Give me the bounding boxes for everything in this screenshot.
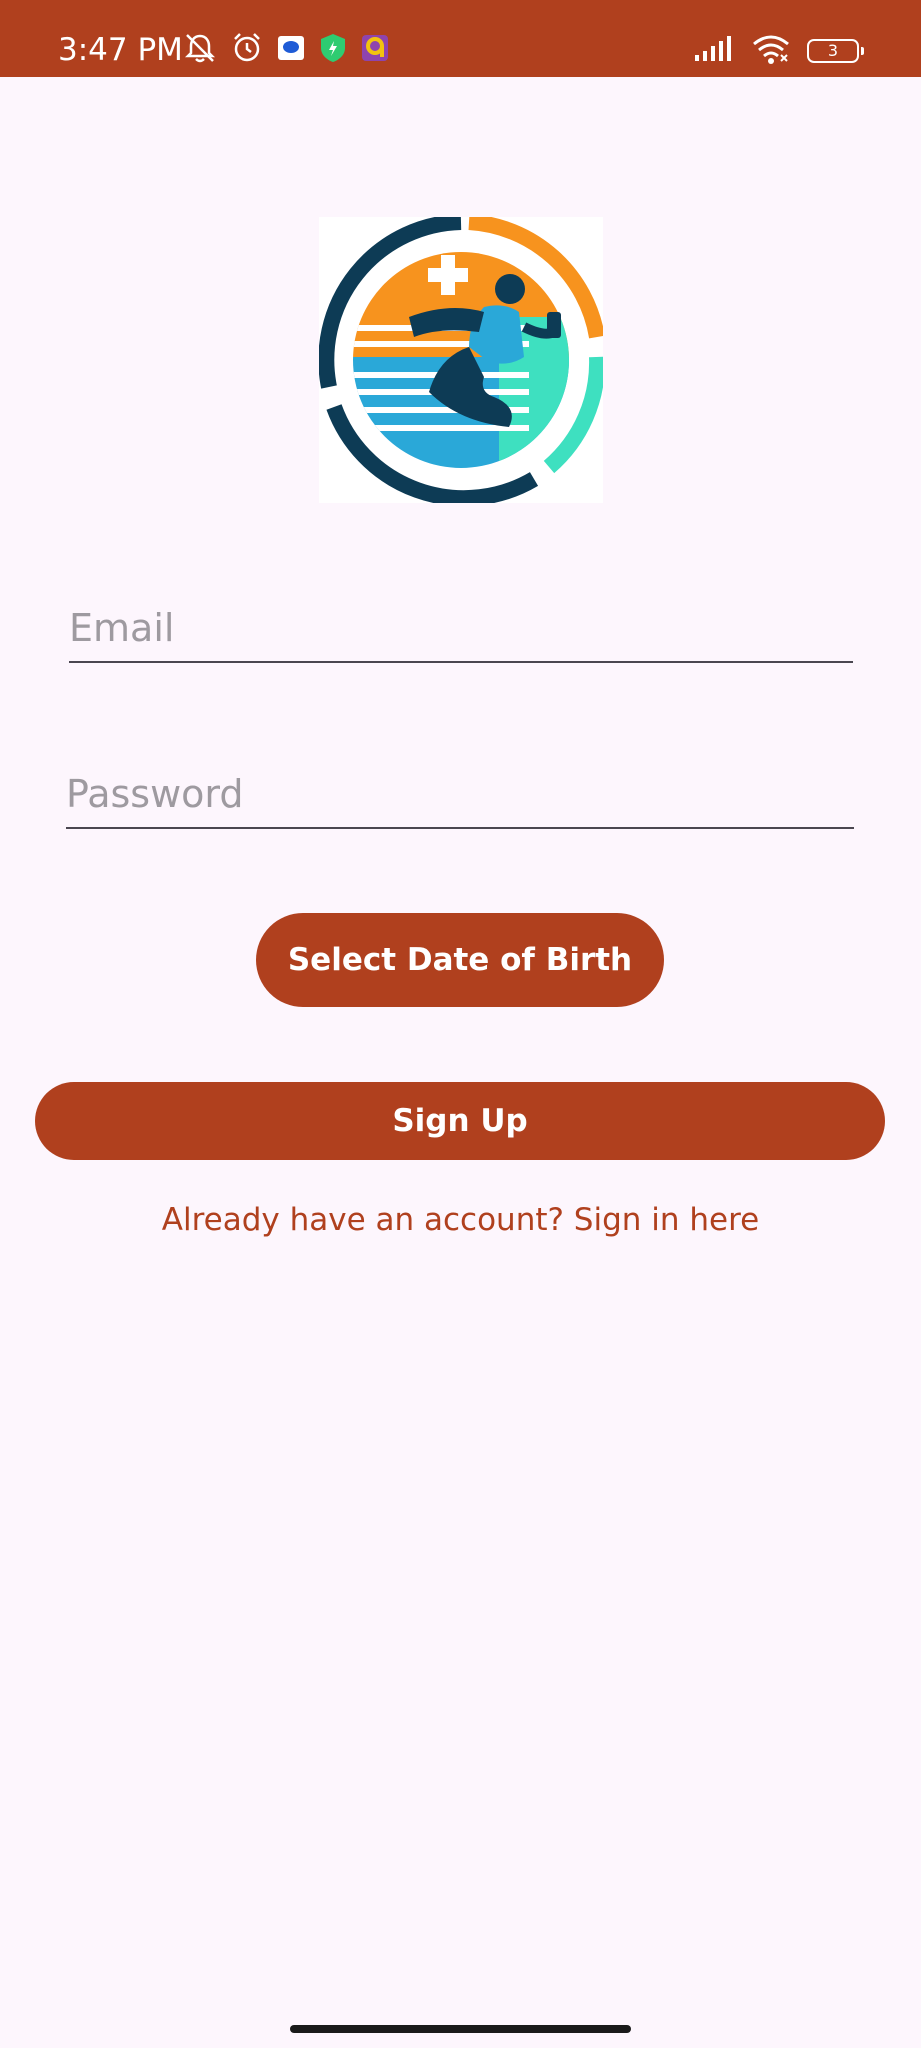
email-field-container <box>69 598 853 663</box>
message-app-icon <box>276 33 306 67</box>
notifications-off-icon <box>182 30 218 70</box>
status-icons-left <box>182 32 390 68</box>
app-logo <box>318 214 606 507</box>
sign-up-button[interactable]: Sign Up <box>35 1082 885 1160</box>
email-field[interactable] <box>69 598 853 658</box>
wifi-icon <box>751 33 791 69</box>
status-bar: 3:47 PM 3 <box>0 0 921 77</box>
sign-in-link[interactable]: Already have an account? Sign in here <box>0 1196 921 1244</box>
select-date-of-birth-button[interactable]: Select Date of Birth <box>256 913 664 1007</box>
alarm-icon <box>230 31 264 69</box>
home-indicator[interactable] <box>290 2025 631 2033</box>
battery-icon: 3 <box>807 39 864 63</box>
app-icon <box>360 33 390 67</box>
password-field[interactable] <box>66 764 854 824</box>
password-field-container <box>66 764 854 829</box>
status-time: 3:47 PM <box>58 32 183 68</box>
signal-icon <box>693 35 735 67</box>
fitness-health-logo-icon <box>318 214 606 507</box>
status-icons-right: 3 <box>693 33 864 69</box>
shield-app-icon <box>318 32 348 68</box>
